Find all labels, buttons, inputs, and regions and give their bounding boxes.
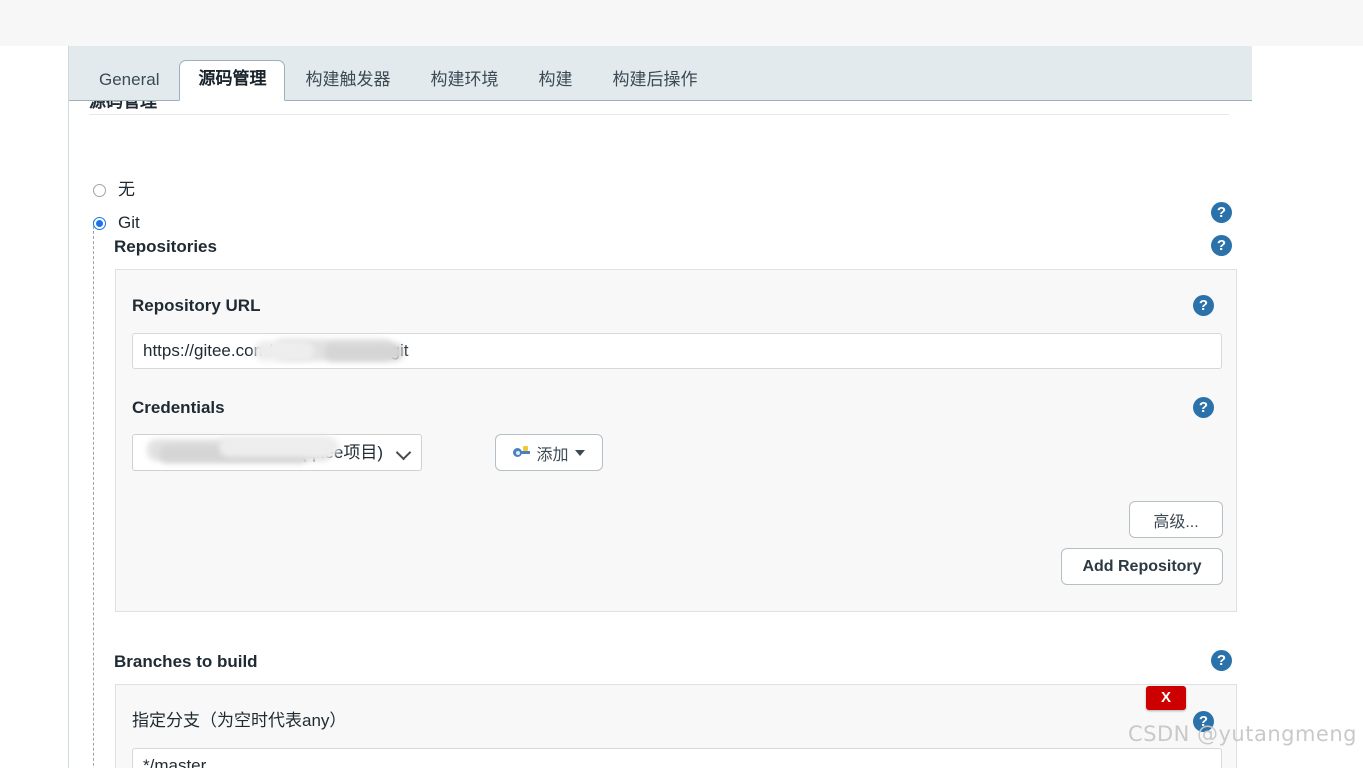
tab-build[interactable]: 构建 bbox=[518, 61, 592, 101]
help-icon-repositories[interactable]: ? bbox=[1211, 235, 1232, 256]
tab-general[interactable]: General bbox=[79, 61, 179, 101]
browser-top-band bbox=[0, 0, 1363, 46]
advanced-label: 高级... bbox=[1153, 513, 1199, 531]
chevron-down-icon bbox=[574, 449, 585, 456]
repository-url-input[interactable] bbox=[132, 333, 1222, 369]
credentials-select-value: 1165 ****** (qitee项目) bbox=[215, 443, 383, 462]
repository-url-label: Repository URL bbox=[132, 296, 261, 315]
radio-none[interactable] bbox=[93, 183, 106, 197]
tab-build-environment[interactable]: 构建环境 bbox=[410, 61, 518, 101]
repositories-title: Repositories bbox=[114, 237, 217, 256]
scm-section-title: 源码管理 bbox=[89, 101, 157, 111]
add-repository-button[interactable]: Add Repository bbox=[1061, 548, 1223, 585]
job-config-panel: General 源码管理 构建触发器 构建环境 构建 构建后操作 源码管理 无 … bbox=[68, 46, 1252, 768]
scm-option-git[interactable]: Git bbox=[93, 213, 140, 233]
scm-option-none[interactable]: 无 bbox=[93, 180, 135, 200]
help-icon-git[interactable]: ? bbox=[1211, 202, 1232, 223]
help-icon-repository-url[interactable]: ? bbox=[1193, 295, 1214, 316]
scm-option-none-label: 无 bbox=[118, 180, 135, 199]
scm-option-git-label: Git bbox=[118, 213, 140, 232]
advanced-button[interactable]: 高级... bbox=[1129, 501, 1223, 538]
indent-guide bbox=[93, 221, 94, 768]
key-icon bbox=[513, 446, 531, 459]
credentials-select[interactable]: 1165 ****** (qitee项目) bbox=[132, 434, 422, 471]
chevron-down-icon bbox=[395, 444, 412, 461]
branches-to-build-title: Branches to build bbox=[114, 652, 258, 671]
config-content-scroll-area: 源码管理 无 Git ? Repositories ? Repository U… bbox=[69, 101, 1252, 768]
branch-specifier-input[interactable] bbox=[132, 748, 1222, 768]
branch-specifier-label: 指定分支（为空时代表any） bbox=[132, 711, 347, 730]
delete-branch-button[interactable]: X bbox=[1146, 686, 1186, 710]
scrolled-section-title-clipped: 源码管理 bbox=[89, 101, 1229, 113]
help-icon-branch-specifier[interactable]: ? bbox=[1193, 711, 1214, 732]
section-divider bbox=[89, 114, 1229, 115]
help-icon-credentials[interactable]: ? bbox=[1193, 397, 1214, 418]
add-credentials-label: 添加 bbox=[536, 446, 569, 464]
radio-git[interactable] bbox=[93, 216, 106, 230]
tab-post-build-actions[interactable]: 构建后操作 bbox=[592, 61, 717, 101]
credentials-label: Credentials bbox=[132, 398, 225, 417]
help-icon-branches[interactable]: ? bbox=[1211, 650, 1232, 671]
add-credentials-button[interactable]: 添加 bbox=[495, 434, 603, 471]
add-repository-label: Add Repository bbox=[1082, 557, 1202, 575]
config-tab-bar: General 源码管理 构建触发器 构建环境 构建 构建后操作 bbox=[69, 46, 1252, 101]
tab-source-code-management[interactable]: 源码管理 bbox=[179, 60, 286, 101]
tab-build-triggers[interactable]: 构建触发器 bbox=[285, 61, 410, 101]
